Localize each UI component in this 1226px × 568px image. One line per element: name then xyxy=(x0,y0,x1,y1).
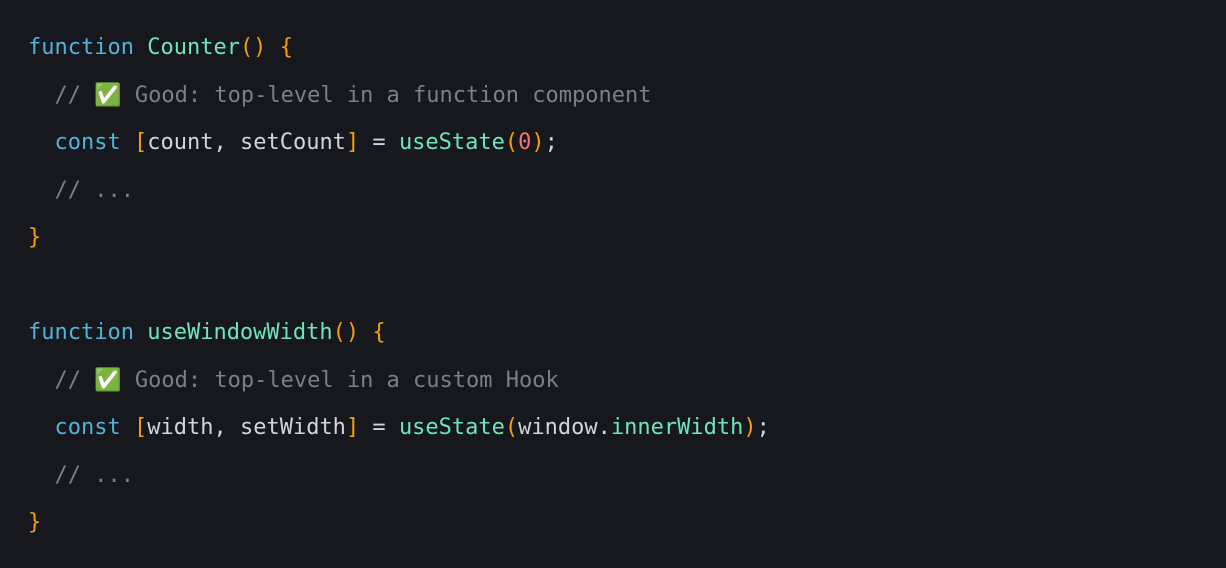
code-token: setCount xyxy=(240,130,346,155)
code-token: = xyxy=(359,415,399,440)
code-block: function Counter() { // ✅ Good: top-leve… xyxy=(28,24,1198,547)
code-token: // ... xyxy=(55,178,134,203)
code-token: } xyxy=(28,225,41,250)
code-token: // xyxy=(55,368,95,393)
code-token xyxy=(134,320,147,345)
code-token: count xyxy=(147,130,213,155)
code-token xyxy=(28,83,55,108)
code-token: window xyxy=(518,415,597,440)
code-token: ; xyxy=(757,415,770,440)
code-token: () xyxy=(333,320,360,345)
code-token: ✅ xyxy=(94,368,121,393)
code-token: ( xyxy=(505,415,518,440)
code-token: // ... xyxy=(55,463,134,488)
code-token: [ xyxy=(134,130,147,155)
code-token: function xyxy=(28,35,134,60)
code-token: . xyxy=(598,415,611,440)
code-token: } xyxy=(28,510,41,535)
code-token xyxy=(266,35,279,60)
code-token: () xyxy=(240,35,267,60)
code-token: , xyxy=(213,415,240,440)
code-content: function Counter() { // ✅ Good: top-leve… xyxy=(28,35,770,535)
code-token: ] xyxy=(346,130,359,155)
code-token xyxy=(28,368,55,393)
code-token xyxy=(121,130,134,155)
code-token: 0 xyxy=(518,130,531,155)
code-token xyxy=(28,178,55,203)
code-token: ( xyxy=(505,130,518,155)
code-token: innerWidth xyxy=(611,415,743,440)
code-token xyxy=(28,463,55,488)
code-token xyxy=(134,35,147,60)
code-token: , xyxy=(213,130,240,155)
code-token: // xyxy=(55,83,95,108)
code-token: width xyxy=(147,415,213,440)
code-token: = xyxy=(359,130,399,155)
code-token: { xyxy=(280,35,293,60)
code-token: Good: top-level in a custom Hook xyxy=(122,368,559,393)
code-token: { xyxy=(372,320,385,345)
code-token: [ xyxy=(134,415,147,440)
code-token: useState xyxy=(399,415,505,440)
code-token: Good: top-level in a function component xyxy=(122,83,652,108)
code-token xyxy=(28,415,55,440)
code-token: setWidth xyxy=(240,415,346,440)
code-token: function xyxy=(28,320,134,345)
code-token xyxy=(121,415,134,440)
code-token: ✅ xyxy=(94,83,121,108)
code-token: useWindowWidth xyxy=(147,320,332,345)
code-token: ; xyxy=(545,130,558,155)
code-token: const xyxy=(55,415,121,440)
code-token: const xyxy=(55,130,121,155)
code-token: ] xyxy=(346,415,359,440)
code-token: ) xyxy=(743,415,756,440)
code-token xyxy=(28,130,55,155)
code-token: ) xyxy=(531,130,544,155)
code-token xyxy=(359,320,372,345)
code-token: useState xyxy=(399,130,505,155)
code-token: Counter xyxy=(147,35,240,60)
